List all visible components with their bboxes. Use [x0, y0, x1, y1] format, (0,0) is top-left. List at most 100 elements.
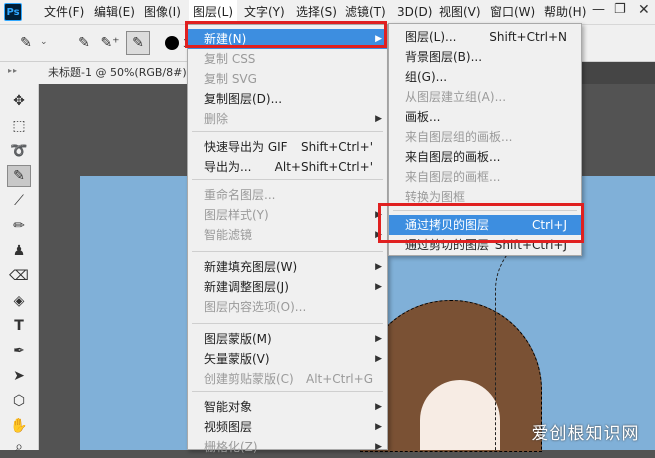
restore-icon[interactable]: ❐: [614, 2, 626, 17]
new-submenu-item[interactable]: 图层(L)... Shift+Ctrl+N: [389, 27, 581, 47]
menu-separator: [192, 131, 383, 132]
tool-preset-icon[interactable]: ✎: [14, 31, 38, 55]
new-submenu-item: 来自图层组的画板...: [389, 127, 581, 147]
menu-item-label: 复制图层(D)...: [204, 92, 283, 106]
layer-menu-item: 栅格化(Z) ▶: [188, 437, 387, 457]
close-icon[interactable]: ✕: [638, 2, 650, 18]
brush-preview-icon[interactable]: [165, 36, 179, 50]
hand-tool-icon[interactable]: ✋: [7, 415, 31, 437]
submenu-arrow-icon: ▶: [375, 114, 382, 124]
menu-item-label: 画板...: [405, 110, 441, 124]
menu-item-label: 复制 SVG: [204, 72, 257, 86]
menu-item-label: 删除: [204, 112, 229, 126]
new-submenu-item[interactable]: 背景图层(B)...: [389, 47, 581, 67]
layer-menu-item: 重命名图层...: [188, 185, 387, 205]
submenu-arrow-icon: ▶: [375, 422, 382, 432]
menu-separator: [192, 251, 383, 252]
menu-3d[interactable]: 3D(D): [393, 0, 436, 24]
menu-type[interactable]: 文字(Y): [240, 0, 289, 24]
eraser-tool-icon[interactable]: ⌫: [7, 265, 31, 287]
layer-menu-item: 创建剪贴蒙版(C) Alt+Ctrl+G: [188, 369, 387, 389]
menu-item-label: 新建调整图层(J): [204, 280, 289, 294]
subtract-selection-icon[interactable]: ✎: [126, 31, 150, 55]
submenu-arrow-icon: ▶: [375, 442, 382, 452]
menu-edit[interactable]: 编辑(E): [90, 0, 139, 24]
menu-item-shortcut: Alt+Shift+Ctrl+': [274, 160, 373, 174]
submenu-arrow-icon: ▶: [375, 354, 382, 364]
new-selection-icon[interactable]: ✎: [72, 31, 96, 55]
new-submenu-item[interactable]: 通过拷贝的图层 Ctrl+J: [389, 215, 581, 235]
brush-tool-icon[interactable]: ✏: [7, 215, 31, 237]
layer-menu-item: 复制 SVG: [188, 69, 387, 89]
panel-grip-icon[interactable]: ▸▸: [8, 66, 18, 75]
menu-help[interactable]: 帮助(H): [540, 0, 590, 24]
menu-item-label: 新建填充图层(W): [204, 260, 298, 274]
menu-item-label: 智能对象: [204, 400, 253, 414]
menu-select[interactable]: 选择(S): [292, 0, 341, 24]
menu-view[interactable]: 视图(V): [435, 0, 485, 24]
layer-menu-item: 图层内容选项(O)...: [188, 297, 387, 317]
submenu-arrow-icon: ▶: [375, 210, 382, 220]
menu-item-label: 通过剪切的图层: [405, 238, 490, 252]
layer-menu-item[interactable]: 导出为... Alt+Shift+Ctrl+': [188, 157, 387, 177]
menu-item-label: 矢量蒙版(V): [204, 352, 270, 366]
menu-file[interactable]: 文件(F): [40, 0, 88, 24]
menu-separator: [192, 323, 383, 324]
marquee-tool-icon[interactable]: ⬚: [7, 115, 31, 137]
new-submenu-item[interactable]: 通过剪切的图层 Shift+Ctrl+J: [389, 235, 581, 255]
menu-layer[interactable]: 图层(L): [189, 0, 238, 24]
quick-selection-tool-icon[interactable]: ✎: [7, 165, 31, 187]
menu-item-label: 智能滤镜: [204, 228, 253, 242]
move-tool-icon[interactable]: ✥: [7, 90, 31, 112]
menu-image[interactable]: 图像(I): [140, 0, 185, 24]
layer-menu-item: 删除 ▶: [188, 109, 387, 129]
new-submenu: 图层(L)... Shift+Ctrl+N 背景图层(B)... 组(G)... 从图层…: [388, 23, 582, 256]
add-selection-icon[interactable]: ✎⁺: [98, 31, 122, 55]
chevron-down-icon[interactable]: ⌄: [40, 37, 48, 47]
new-submenu-item[interactable]: 画板...: [389, 107, 581, 127]
menu-item-label: 创建剪贴蒙版(C): [204, 372, 294, 386]
menu-item-label: 图层(L)...: [405, 30, 457, 44]
menu-item-label: 背景图层(B)...: [405, 50, 483, 64]
layer-menu-item[interactable]: 复制图层(D)...: [188, 89, 387, 109]
menu-item-label: 快速导出为 GIF: [204, 140, 288, 154]
submenu-arrow-icon: ▶: [375, 282, 382, 292]
layer-menu-item[interactable]: 新建填充图层(W) ▶: [188, 257, 387, 277]
layer-menu-item[interactable]: 快速导出为 GIF Shift+Ctrl+': [188, 137, 387, 157]
menu-item-shortcut: Shift+Ctrl+N: [489, 30, 567, 44]
menu-item-label: 栅格化(Z): [204, 440, 258, 454]
menu-item-label: 来自图层的画板...: [405, 150, 501, 164]
text-tool-icon[interactable]: T: [7, 315, 31, 337]
lasso-tool-icon[interactable]: ➰: [7, 140, 31, 162]
new-submenu-item[interactable]: 来自图层的画板...: [389, 147, 581, 167]
menu-item-label: 图层样式(Y): [204, 208, 269, 222]
menu-filter[interactable]: 滤镜(T): [341, 0, 390, 24]
layer-menu-item[interactable]: 矢量蒙版(V) ▶: [188, 349, 387, 369]
menu-item-label: 导出为...: [204, 160, 252, 174]
site-watermark-logo: 爱创根知识网: [531, 424, 640, 444]
layer-menu-item[interactable]: 视频图层 ▶: [188, 417, 387, 437]
menu-bar: Ps 文件(F) 编辑(E) 图像(I) 图层(L) 文字(Y) 选择(S) 滤…: [0, 0, 655, 25]
zoom-tool-icon[interactable]: ⌕: [7, 436, 31, 458]
submenu-arrow-icon: ▶: [375, 230, 382, 240]
layer-menu: 新建(N) ▶ 复制 CSS 复制 SVG 复制图层(D)... 删除 ▶ 快速导出为 GIF…: [187, 24, 388, 454]
layer-menu-item[interactable]: 新建调整图层(J) ▶: [188, 277, 387, 297]
document-tab[interactable]: 未标题-1 @ 50%(RGB/8#): [38, 62, 197, 84]
eyedropper-tool-icon[interactable]: ⟋: [7, 190, 31, 212]
minimize-icon[interactable]: —: [592, 2, 605, 17]
menu-window[interactable]: 窗口(W): [486, 0, 539, 24]
tools-panel: ▸▸ ✥ ⬚ ➰ ✎ ⟋ ✏ ♟ ⌫ ◈ T ✒ ➤ ⬡ ✋ ⌕: [0, 62, 39, 455]
stamp-tool-icon[interactable]: ♟: [7, 240, 31, 262]
path-selection-tool-icon[interactable]: ➤: [7, 365, 31, 387]
pen-tool-icon[interactable]: ✒: [7, 340, 31, 362]
selection-marquee: [495, 230, 576, 451]
menu-item-label: 组(G)...: [405, 70, 448, 84]
layer-menu-item[interactable]: 新建(N) ▶: [188, 29, 387, 49]
paint-bucket-tool-icon[interactable]: ◈: [7, 290, 31, 312]
menu-item-label: 转换为图框: [405, 190, 466, 204]
layer-menu-item[interactable]: 图层蒙版(M) ▶: [188, 329, 387, 349]
menu-item-label: 通过拷贝的图层: [405, 218, 490, 232]
layer-menu-item[interactable]: 智能对象 ▶: [188, 397, 387, 417]
new-submenu-item[interactable]: 组(G)...: [389, 67, 581, 87]
shape-tool-icon[interactable]: ⬡: [7, 390, 31, 412]
